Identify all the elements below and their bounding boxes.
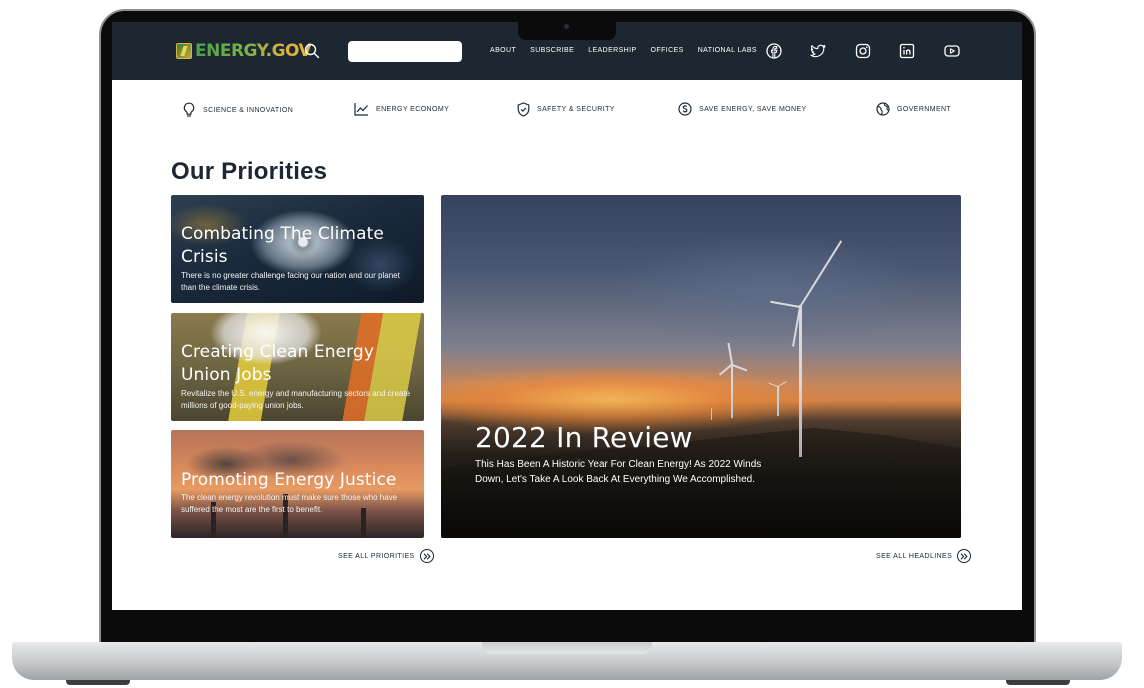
see-all-headlines-link[interactable]: SEE ALL HEADLINES [876, 549, 972, 563]
see-all-priorities-link[interactable]: SEE ALL PRIORITIES [338, 549, 434, 563]
category-label: ENERGY ECONOMY [376, 105, 450, 113]
search-icon[interactable] [304, 43, 320, 59]
category-label: GOVERNMENT [897, 105, 952, 113]
double-chevron-right-icon [957, 549, 972, 563]
hero-feature-2022-review[interactable]: 2022 In Review This Has Been A Historic … [441, 195, 961, 538]
site-logo[interactable]: ENERGY.GOV [176, 41, 312, 61]
category-label: SAVE ENERGY, SAVE MONEY [699, 105, 807, 113]
instagram-icon[interactable] [855, 43, 871, 59]
category-government[interactable]: GOVERNMENT [876, 102, 951, 116]
energy-logo-icon [176, 43, 192, 59]
nav-offices[interactable]: OFFICES [651, 47, 684, 54]
linkedin-icon[interactable] [899, 43, 915, 59]
hero-description: This Has Been A Historic Year For Clean … [475, 459, 762, 485]
website-screen: ENERGY.GOV ABOUT SUBSCRIBE LEADERSHIP OF… [112, 22, 1022, 610]
laptop-foot [1006, 680, 1070, 685]
see-all-headlines-label: SEE ALL HEADLINES [876, 552, 953, 560]
nav-subscribe[interactable]: SUBSCRIBE [530, 47, 574, 54]
camera-icon [564, 24, 569, 29]
category-safety-security[interactable]: SAFETY & SECURITY [517, 102, 615, 117]
nav-national-labs[interactable]: NATIONAL LABS [698, 47, 757, 54]
nav-about[interactable]: ABOUT [490, 47, 516, 54]
main-nav: ABOUT SUBSCRIBE LEADERSHIP OFFICES NATIO… [490, 47, 757, 54]
globe-icon [876, 102, 890, 116]
nav-leadership[interactable]: LEADERSHIP [588, 47, 636, 54]
twitter-icon[interactable] [810, 43, 826, 59]
card-description: The clean energy revolution must make su… [181, 493, 398, 514]
logo-text: ENERGY.GOV [195, 41, 312, 61]
search-input[interactable] [348, 41, 462, 62]
card-title: Combating The Climate Crisis [181, 224, 384, 267]
card-title: Creating Clean Energy Union Jobs [181, 342, 374, 385]
card-description: Revitalize the U.S. energy and manufactu… [181, 389, 411, 410]
shield-icon [517, 102, 530, 117]
priority-card-jobs[interactable]: Creating Clean Energy Union Jobs Revital… [171, 313, 424, 421]
lightbulb-icon [183, 102, 195, 117]
youtube-icon[interactable] [944, 43, 960, 59]
facebook-icon[interactable] [766, 43, 782, 59]
priority-card-climate[interactable]: Combating The Climate Crisis There is no… [171, 195, 424, 303]
category-science-innovation[interactable]: SCIENCE & INNOVATION [182, 102, 293, 118]
category-label: SCIENCE & INNOVATION [203, 106, 294, 114]
category-label: SAFETY & SECURITY [537, 106, 615, 113]
see-all-priorities-label: SEE ALL PRIORITIES [338, 552, 415, 560]
laptop-foot [66, 680, 130, 685]
card-description: There is no greater challenge facing our… [181, 271, 400, 292]
category-save-energy[interactable]: SAVE ENERGY, SAVE MONEY [678, 102, 807, 116]
category-energy-economy[interactable]: ENERGY ECONOMY [354, 102, 449, 116]
laptop-base-groove [482, 642, 652, 654]
priority-card-justice[interactable]: Promoting Energy Justice The clean energ… [171, 430, 424, 538]
page-title: Our Priorities [171, 158, 328, 185]
hero-title: 2022 In Review [475, 421, 693, 454]
double-chevron-right-icon [419, 549, 434, 563]
dollar-icon [678, 102, 692, 116]
card-title: Promoting Energy Justice [181, 470, 397, 490]
trend-chart-icon [354, 103, 368, 116]
